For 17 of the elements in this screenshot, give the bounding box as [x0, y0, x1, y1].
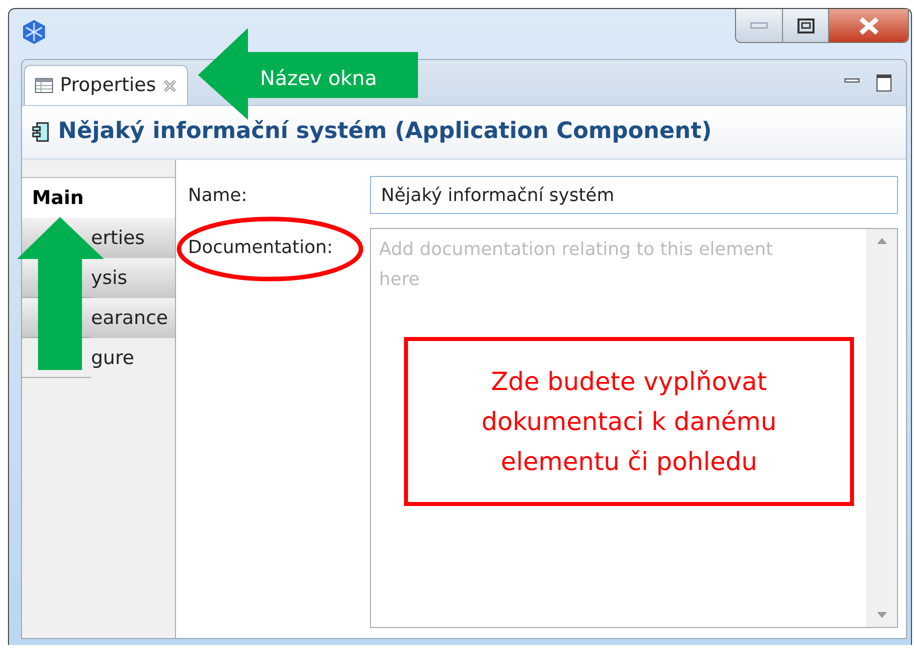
maximize-button[interactable] — [782, 9, 828, 42]
restore-icon — [796, 18, 814, 34]
app-icon — [21, 19, 47, 45]
view-tab[interactable]: Properties — [24, 65, 188, 105]
table-icon — [35, 78, 53, 93]
maximize-icon[interactable] — [876, 74, 892, 92]
callout-label: Název okna — [260, 65, 377, 92]
close-icon[interactable] — [163, 78, 178, 92]
field-label: Documentation: — [188, 236, 333, 260]
close-icon — [858, 16, 880, 34]
close-button[interactable] — [828, 9, 908, 42]
component-icon — [32, 121, 50, 143]
field-label: Name: — [188, 184, 248, 208]
sidebar-tab[interactable]: Main — [22, 178, 175, 218]
view-heading: Nějaký informační systém (Application Component) — [58, 117, 712, 146]
name-field[interactable]: Nějaký informační systém — [370, 176, 898, 214]
minimize-icon — [750, 22, 768, 30]
